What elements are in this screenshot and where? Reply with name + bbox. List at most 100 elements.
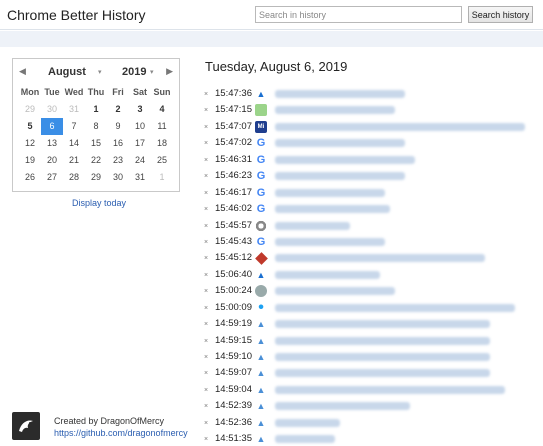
delete-entry-icon[interactable]: ×: [204, 255, 208, 263]
delete-entry-icon[interactable]: ×: [204, 239, 208, 247]
history-entry[interactable]: × 15:46:23 G: [200, 168, 543, 184]
calendar-day[interactable]: 27: [41, 169, 63, 186]
entry-title-link[interactable]: [275, 172, 405, 181]
calendar-day[interactable]: 4: [151, 101, 173, 118]
history-entry[interactable]: × 14:59:10 ▲: [200, 349, 543, 365]
history-entry[interactable]: × 15:46:31 G: [200, 152, 543, 168]
history-entry[interactable]: × 15:00:09 •: [200, 299, 543, 316]
entry-title-link[interactable]: [275, 287, 395, 296]
history-entry[interactable]: × 14:52:36 ▲: [200, 415, 543, 431]
history-entry[interactable]: × 14:59:07 ▲: [200, 365, 543, 381]
delete-entry-icon[interactable]: ×: [204, 223, 208, 231]
delete-entry-icon[interactable]: ×: [204, 157, 208, 165]
delete-entry-icon[interactable]: ×: [204, 338, 208, 346]
entry-title-link[interactable]: [275, 435, 335, 444]
history-entry[interactable]: × 15:47:02 G: [200, 135, 543, 151]
delete-entry-icon[interactable]: ×: [204, 403, 208, 411]
display-today-link[interactable]: Display today: [72, 198, 126, 208]
search-history-button[interactable]: Search history: [468, 6, 533, 23]
calendar-day[interactable]: 6: [41, 118, 63, 135]
delete-entry-icon[interactable]: ×: [204, 272, 208, 280]
calendar-day[interactable]: 31: [129, 169, 151, 186]
delete-entry-icon[interactable]: ×: [204, 190, 208, 198]
calendar-day[interactable]: 29: [19, 101, 41, 118]
delete-entry-icon[interactable]: ×: [204, 387, 208, 395]
calendar-day[interactable]: 1: [151, 169, 173, 186]
history-entry[interactable]: × 15:06:40 ▲: [200, 267, 543, 283]
calendar-day[interactable]: 1: [85, 101, 107, 118]
entry-title-link[interactable]: [275, 155, 415, 164]
calendar-day[interactable]: 31: [63, 101, 85, 118]
history-entry[interactable]: × 15:00:24: [200, 283, 543, 299]
history-entry[interactable]: × 14:59:04 ▲: [200, 382, 543, 398]
year-select[interactable]: 2019: [122, 66, 146, 78]
delete-entry-icon[interactable]: ×: [204, 370, 208, 378]
entry-title-link[interactable]: [275, 369, 490, 378]
delete-entry-icon[interactable]: ×: [204, 173, 208, 181]
entry-title-link[interactable]: [275, 106, 395, 115]
entry-title-link[interactable]: [275, 122, 525, 131]
github-link[interactable]: https://github.com/dragonofmercy: [54, 428, 188, 438]
calendar-day[interactable]: 9: [107, 118, 129, 135]
entry-title-link[interactable]: [275, 221, 350, 230]
delete-entry-icon[interactable]: ×: [204, 321, 208, 329]
entry-title-link[interactable]: [275, 353, 490, 361]
delete-entry-icon[interactable]: ×: [204, 420, 208, 428]
month-caret-icon[interactable]: ▾: [98, 68, 102, 76]
calendar-day[interactable]: 18: [151, 135, 173, 152]
history-entry[interactable]: × 15:45:57: [200, 218, 543, 234]
calendar-day[interactable]: 10: [129, 118, 151, 135]
calendar-day[interactable]: 3: [129, 101, 151, 118]
calendar-day[interactable]: 17: [129, 135, 151, 152]
month-select[interactable]: August: [48, 66, 86, 78]
entry-title-link[interactable]: [275, 320, 490, 329]
entry-title-link[interactable]: [275, 402, 410, 411]
delete-entry-icon[interactable]: ×: [204, 288, 208, 296]
delete-entry-icon[interactable]: ×: [204, 91, 208, 99]
history-entry[interactable]: × 15:47:07 Mi: [200, 119, 543, 135]
delete-entry-icon[interactable]: ×: [204, 140, 208, 148]
entry-title-link[interactable]: [275, 254, 485, 263]
entry-title-link[interactable]: [275, 418, 340, 427]
delete-entry-icon[interactable]: ×: [204, 107, 208, 115]
entry-title-link[interactable]: [275, 270, 380, 279]
calendar-day[interactable]: 21: [63, 152, 85, 169]
history-entry[interactable]: × 14:51:35 ▲: [200, 431, 543, 446]
entry-title-link[interactable]: [275, 188, 385, 197]
year-caret-icon[interactable]: ▾: [150, 68, 154, 76]
calendar-day[interactable]: 29: [85, 169, 107, 186]
calendar-day[interactable]: 28: [63, 169, 85, 186]
calendar-day[interactable]: 23: [107, 152, 129, 169]
calendar-day[interactable]: 2: [107, 101, 129, 118]
search-input[interactable]: [255, 6, 462, 23]
calendar-day[interactable]: 24: [129, 152, 151, 169]
delete-entry-icon[interactable]: ×: [204, 305, 208, 313]
history-entry[interactable]: × 14:59:19 ▲: [200, 316, 543, 332]
calendar-day[interactable]: 30: [107, 169, 129, 186]
next-month-icon[interactable]: ▶: [166, 66, 173, 77]
calendar-day[interactable]: 7: [63, 118, 85, 135]
history-entry[interactable]: × 14:52:39 ▲: [200, 398, 543, 414]
delete-entry-icon[interactable]: ×: [204, 436, 208, 444]
calendar-day[interactable]: 22: [85, 152, 107, 169]
calendar-day[interactable]: 30: [41, 101, 63, 118]
prev-month-icon[interactable]: ◀: [19, 66, 26, 77]
history-entry[interactable]: × 15:45:43 G: [200, 234, 543, 250]
calendar-day[interactable]: 11: [151, 118, 173, 135]
delete-entry-icon[interactable]: ×: [204, 206, 208, 214]
calendar-day[interactable]: 8: [85, 118, 107, 135]
calendar-day[interactable]: 13: [41, 135, 63, 152]
calendar-day[interactable]: 25: [151, 152, 173, 169]
delete-entry-icon[interactable]: ×: [204, 124, 208, 132]
calendar-day[interactable]: 19: [19, 152, 41, 169]
calendar-day[interactable]: 15: [85, 135, 107, 152]
entry-title-link[interactable]: [275, 237, 385, 246]
history-entry[interactable]: × 15:46:17 G: [200, 185, 543, 201]
calendar-day[interactable]: 16: [107, 135, 129, 152]
history-entry[interactable]: × 15:47:36 ▲: [200, 86, 543, 102]
history-entry[interactable]: × 15:47:15: [200, 102, 543, 118]
history-entry[interactable]: × 14:59:15 ▲: [200, 333, 543, 349]
history-entry[interactable]: × 15:46:02 G: [200, 201, 543, 217]
calendar-day[interactable]: 26: [19, 169, 41, 186]
calendar-day[interactable]: 12: [19, 135, 41, 152]
